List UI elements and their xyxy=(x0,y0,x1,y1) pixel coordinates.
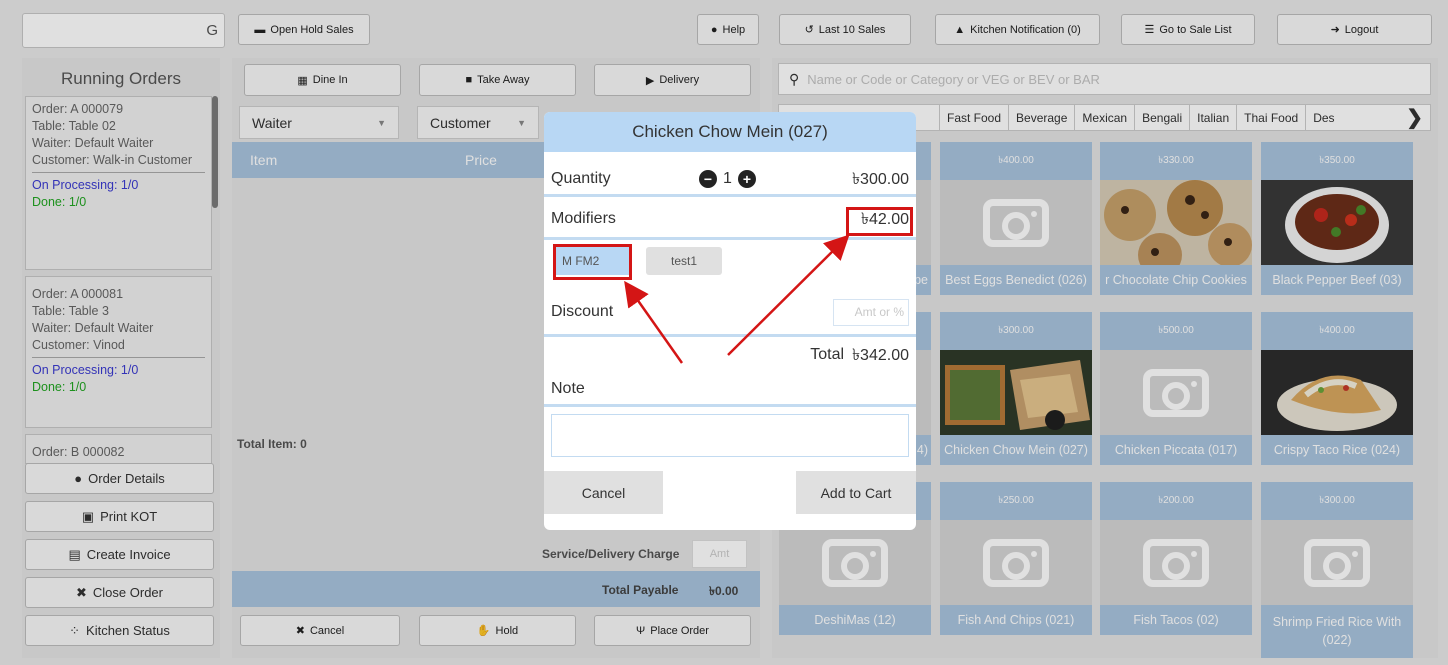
quantity-stepper: − 1 + xyxy=(699,170,756,188)
discount-input[interactable]: Amt or % xyxy=(833,298,909,326)
note-row: Note xyxy=(544,376,916,402)
quantity-label: Quantity xyxy=(551,170,611,187)
modifier-option[interactable]: test1 xyxy=(646,247,722,275)
quantity-value: 1 xyxy=(723,170,732,187)
highlight-box-modifier xyxy=(553,244,632,280)
discount-label: Discount xyxy=(551,303,614,320)
divider xyxy=(544,404,916,407)
modal-cancel-button[interactable]: Cancel xyxy=(544,471,663,514)
total-row: Total ৳342.00 xyxy=(544,342,916,368)
quantity-row: Quantity − 1 + ৳300.00 xyxy=(544,164,916,194)
modifiers-label: Modifiers xyxy=(551,210,616,227)
divider xyxy=(544,237,916,240)
total-label: Total xyxy=(810,346,845,363)
highlight-box-price xyxy=(846,207,913,236)
note-input[interactable] xyxy=(551,414,909,457)
note-label: Note xyxy=(551,380,585,397)
modal-title: Chicken Chow Mein (027) xyxy=(544,112,916,152)
add-to-cart-button[interactable]: Add to Cart xyxy=(796,471,916,514)
plus-icon[interactable]: + xyxy=(737,170,756,188)
item-modal: Chicken Chow Mein (027) Quantity − 1 + ৳… xyxy=(544,112,916,530)
quantity-price: ৳300.00 xyxy=(852,170,909,188)
discount-row: Discount Amt or % xyxy=(544,297,916,327)
minus-icon[interactable]: − xyxy=(699,170,717,188)
divider xyxy=(544,334,916,337)
total-value: ৳342.00 xyxy=(852,346,909,364)
divider xyxy=(544,194,916,197)
